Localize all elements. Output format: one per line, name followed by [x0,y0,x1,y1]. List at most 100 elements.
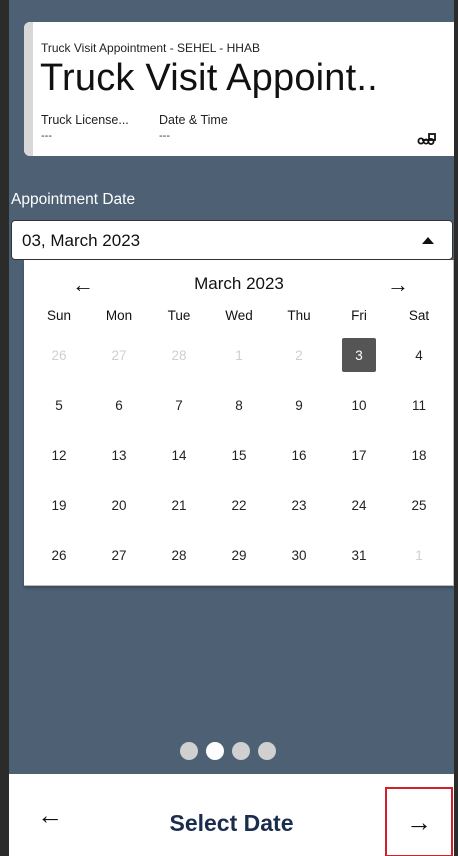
day-number: 27 [111,547,127,563]
page-dot [258,742,276,760]
calendar-day[interactable]: 18 [389,430,449,480]
day-number: 29 [231,547,247,563]
day-number: 7 [175,397,183,413]
day-number: 18 [411,447,427,463]
calendar-day[interactable]: 29 [209,530,269,580]
calendar-day[interactable]: 1 [209,330,269,380]
day-number: 8 [235,397,243,413]
header-subtitle: Truck Visit Appointment - SEHEL - HHAB [41,41,260,55]
appointment-date-label: Appointment Date [11,191,136,208]
calendar-week-row: 19 20 21 22 23 24 25 [29,480,449,530]
day-number: 28 [171,347,187,363]
weekday-label: Sun [46,308,72,323]
calendar-day[interactable]: 26 [29,530,89,580]
day-number: 5 [55,397,63,413]
next-month-arrow-icon[interactable]: → [387,272,409,298]
calendar-day[interactable]: 8 [209,380,269,430]
field-label: Date & Time [159,113,228,127]
calendar-day[interactable]: 26 [29,330,89,380]
day-number: 6 [115,397,123,413]
weekday-label: Wed [225,308,253,323]
calendar-day[interactable]: 10 [329,380,389,430]
page-indicator [180,742,276,760]
calendar-day[interactable]: 1 [389,530,449,580]
calendar-day[interactable]: 24 [329,480,389,530]
day-number: 2 [295,347,303,363]
calendar-day[interactable]: 15 [209,430,269,480]
header-title: Truck Visit Appoint.. [40,57,378,99]
day-number: 14 [171,447,187,463]
calendar-day[interactable]: 22 [209,480,269,530]
calendar-day[interactable]: 27 [89,330,149,380]
caret-up-icon[interactable] [422,237,434,244]
weekday-label: Fri [351,308,367,323]
day-number: 19 [51,497,67,513]
page-dot [180,742,198,760]
calendar-day[interactable]: 4 [389,330,449,380]
day-number: 1 [235,347,243,363]
day-number: 28 [171,547,187,563]
day-number: 12 [51,447,67,463]
right-frame-edge [454,0,458,856]
calendar-grid: Sun Mon Tue Wed Thu Fri Sat 26 27 28 1 2 3 4 5 6 7 8 9 10 1… [29,308,449,580]
page-dot [232,742,250,760]
day-number: 10 [351,397,367,413]
calendar-week-row: 5 6 7 8 9 10 11 [29,380,449,430]
app-screen: Truck Visit Appointment - SEHEL - HHAB T… [0,0,458,856]
calendar-day[interactable]: 30 [269,530,329,580]
day-number: 26 [51,347,67,363]
day-number: 24 [351,497,367,513]
day-number: 21 [171,497,187,513]
calendar-day[interactable]: 14 [149,430,209,480]
weekday-label: Sat [408,308,430,323]
calendar-week-row: 26 27 28 29 30 31 1 [29,530,449,580]
field-value: --- [41,130,52,142]
calendar-week-row: 26 27 28 1 2 3 4 [29,330,449,380]
calendar-day[interactable]: 12 [29,430,89,480]
forward-arrow-icon: → [406,806,432,837]
calendar-day[interactable]: 25 [389,480,449,530]
calendar-week-row: 12 13 14 15 16 17 18 [29,430,449,480]
header-field-date-time: Date & Time --- [159,113,228,142]
calendar-day[interactable]: 27 [89,530,149,580]
calendar-day[interactable]: 9 [269,380,329,430]
truck-icon [417,133,436,145]
calendar-day[interactable]: 20 [89,480,149,530]
day-number: 27 [111,347,127,363]
weekday-label: Tue [167,308,191,323]
calendar-day[interactable]: 7 [149,380,209,430]
calendar-popup: ← March 2023 → Sun Mon Tue Wed Thu Fri Sat 26 2… [24,260,454,586]
page-dot-active [206,742,224,760]
day-number: 11 [411,397,426,413]
weekday-label: Mon [105,308,133,323]
calendar-day[interactable]: 17 [329,430,389,480]
day-number: 31 [351,547,367,563]
calendar-day[interactable]: 23 [269,480,329,530]
calendar-day[interactable]: 21 [149,480,209,530]
selected-date-value: 03, March 2023 [22,231,141,250]
calendar-day[interactable]: 19 [29,480,89,530]
next-step-button[interactable]: → [385,787,453,856]
left-frame-edge [0,0,9,856]
day-number: 15 [231,447,247,463]
day-number: 30 [291,547,307,563]
calendar-day-selected[interactable]: 3 [329,330,389,380]
appointment-date-select[interactable]: 03, March 2023 [11,220,453,260]
calendar-day[interactable]: 16 [269,430,329,480]
calendar-day[interactable]: 11 [389,380,449,430]
day-number: 22 [231,497,247,513]
header-field-truck-license: Truck License... --- [41,113,129,142]
calendar-day[interactable]: 5 [29,380,89,430]
day-number: 16 [291,447,307,463]
calendar-day[interactable]: 28 [149,530,209,580]
calendar-day[interactable]: 13 [89,430,149,480]
day-number: 26 [51,547,67,563]
calendar-day[interactable]: 28 [149,330,209,380]
calendar-day[interactable]: 6 [89,380,149,430]
calendar-day[interactable]: 31 [329,530,389,580]
header-card: Truck Visit Appointment - SEHEL - HHAB T… [24,22,454,156]
bottom-navigation-bar: ← Select Date → [9,774,454,856]
calendar-day[interactable]: 2 [269,330,329,380]
day-number: 1 [415,547,423,563]
day-number: 4 [415,347,423,363]
